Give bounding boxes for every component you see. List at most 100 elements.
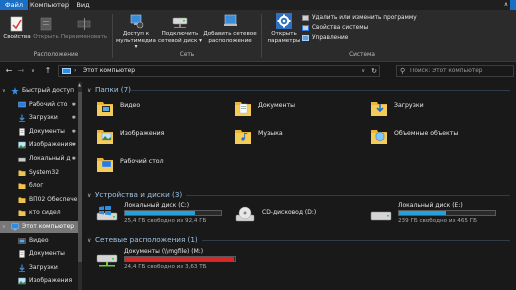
address-bar[interactable]: › Этот компьютер ∨ ↻ [58,65,380,77]
expand-chevron-icon[interactable]: ∨ [2,85,8,97]
folder-tile[interactable]: Документы [234,98,354,120]
map-drive-button[interactable]: Подключить сетевой диск ▾ [158,13,202,44]
folder-tile[interactable]: Рабочий стол [96,154,216,176]
sidebar-item-label: Изображения [29,277,73,285]
sidebar-item-label: блог [29,182,44,190]
3d-objects-folder-icon [370,126,388,146]
sidebar-item[interactable]: System32 [0,167,78,179]
pictures-folder-icon [96,126,114,146]
drive-usage-bar [124,256,236,262]
scroll-up-icon[interactable]: ▲ [78,82,81,87]
sidebar-item[interactable]: ∨ Этот компьютер [0,221,78,233]
folder-tile[interactable]: Загрузки [370,98,490,120]
folder-tile[interactable]: Объемные объекты [370,126,490,148]
ribbon: Свойства Открыть Переименовать Расположе… [0,10,516,62]
desktop-folder-icon [96,154,114,174]
forward-button[interactable]: → [16,66,26,76]
downloads-icon [18,264,26,272]
drive-usage-bar [124,210,222,216]
sidebar-item[interactable]: Документы [0,248,78,260]
drive-tile[interactable]: Локальный диск (C:) 25,4 ГБ свободно из 9… [96,202,226,228]
sidebar-item[interactable]: ∨ Быстрый доступ [0,85,78,97]
section-divider [202,240,510,241]
tab-view[interactable]: Вид [72,0,94,10]
address-row: ← → ∨ ↑ › Этот компьютер ∨ ↻ ⚲ [0,63,516,79]
sidebar-item[interactable]: Загрузки ✱ [0,112,78,124]
open-button[interactable]: Открыть [33,16,59,41]
system-properties-button[interactable]: Свойства системы [302,24,368,32]
manage-icon [302,34,309,41]
refresh-icon[interactable]: ↻ [371,66,377,76]
rename-button[interactable]: Переименовать [60,16,108,41]
collapse-ribbon-chevron-icon[interactable]: ∧ [502,1,510,9]
video-folder-icon [96,98,114,118]
tab-computer[interactable]: Компьютер [29,0,69,10]
sidebar-item[interactable]: Видео [0,235,78,247]
scroll-thumb[interactable] [78,92,82,262]
nav-scrollbar[interactable]: ▲ [78,82,82,290]
group-label-system: Система [349,52,375,58]
video-icon [18,237,26,244]
address-dropdown-icon[interactable]: ∨ [361,66,365,76]
drive-tile[interactable]: Локальный диск (E:) 239 ГБ свободно из 46… [370,202,500,228]
uninstall-program-button[interactable]: Удалить или изменить программу [302,14,417,22]
up-button[interactable]: ↑ [43,66,53,76]
manage-button[interactable]: Управление [302,34,348,42]
pin-icon: ✱ [71,128,76,135]
sidebar-item[interactable]: Локальный д ✱ [0,153,78,165]
open-settings-button[interactable]: Открыть параметры [263,13,305,44]
sidebar-item-label: Документы [29,127,65,135]
sidebar-item[interactable]: блог [0,180,78,192]
sidebar-item-label: Быстрый доступ [22,87,75,94]
folder-tile[interactable]: Видео [96,98,216,120]
sidebar-item[interactable]: Изображения [0,275,78,287]
expand-chevron-icon[interactable]: ∨ [2,221,8,233]
search-input[interactable] [410,66,510,76]
folder-icon [18,169,26,176]
downloads-folder-icon [370,98,388,118]
network-section-header[interactable]: ∨ Сетевые расположения (1) [87,235,198,246]
pin-icon: ✱ [71,142,76,149]
folders-section-header[interactable]: ∨ Папки (7) [87,85,131,96]
properties-button[interactable]: Свойства [3,16,31,41]
sidebar-item[interactable]: Изображения ✱ [0,139,78,151]
pin-icon: ✱ [71,101,76,108]
breadcrumb[interactable]: Этот компьютер [83,66,135,76]
search-box[interactable]: ⚲ [396,65,514,77]
recent-locations-chevron-icon[interactable]: ∨ [28,66,38,76]
sidebar-item-label: ВП02 Обеспече [29,195,78,203]
folder-icon [18,196,26,203]
sidebar-item[interactable]: Документы ✱ [0,126,78,138]
help-icon[interactable] [510,0,516,10]
tab-file[interactable]: Файл [0,0,28,10]
windows-drive-icon [96,205,118,222]
drive-free-space: 24,4 ГБ свободно из 3,63 ТБ [124,264,207,270]
drive-name: Документы (\\mgfile) (M:) [124,248,204,255]
media-access-button[interactable]: Доступ к мультимедиа ▾ [114,13,158,51]
back-button[interactable]: ← [4,66,14,76]
drive-usage-fill [125,257,235,261]
sidebar-item[interactable]: ВП02 Обеспече [0,194,78,206]
drive-name: CD-дисковод (D:) [262,209,317,216]
drive-tile[interactable]: CD-дисковод (D:) [234,202,364,228]
sidebar-item[interactable]: Рабочий сто ✱ [0,99,78,111]
drive-usage-fill [125,211,195,215]
add-network-location-button[interactable]: Добавить сетевое расположение [202,13,258,44]
sidebar-item[interactable]: кто сидел [0,207,78,219]
pictures-icon [18,141,26,149]
section-divider [186,195,510,196]
drive-usage-bar [398,210,496,216]
collapse-chevron-icon: ∨ [87,237,92,244]
add-network-location-icon [224,14,237,26]
sidebar-item-label: Изображения [29,141,73,149]
folder-label: Музыка [258,130,283,137]
folder-tile[interactable]: Изображения [96,126,216,148]
drive-tile[interactable]: Документы (\\mgfile) (M:) 24,4 ГБ свободн… [96,248,240,274]
sidebar-item[interactable]: Загрузки [0,262,78,274]
documents-folder-icon [234,98,252,118]
folder-tile[interactable]: Музыка [234,126,354,148]
navigation-pane: ∨ Быстрый доступ Рабочий сто ✱ Загрузки ✱ Доку… [0,82,82,290]
drives-section-header[interactable]: ∨ Устройства и диски (3) [87,190,182,201]
folder-icon [18,209,26,217]
documents-icon [18,250,26,258]
